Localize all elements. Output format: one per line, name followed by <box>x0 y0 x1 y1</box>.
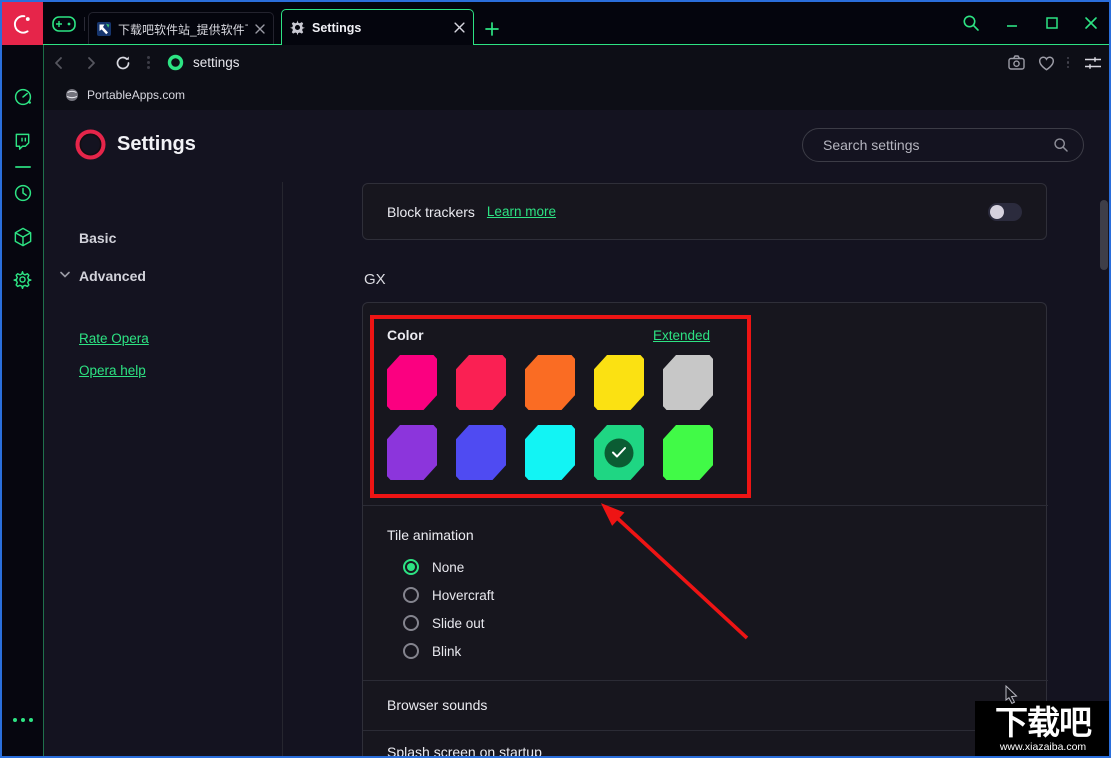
nav-item-advanced[interactable]: Advanced <box>79 268 146 284</box>
twitch-icon[interactable] <box>13 132 32 151</box>
kebab-menu-icon[interactable] <box>1061 56 1075 69</box>
radio-option-label: Slide out <box>432 615 485 631</box>
gx-section-heading: GX <box>364 271 386 288</box>
toggle-knob <box>990 204 1004 219</box>
gear-icon <box>290 20 305 35</box>
browser-sidebar <box>2 45 43 756</box>
radio-selected-icon[interactable] <box>403 559 419 575</box>
annotation-rectangle <box>370 315 751 498</box>
radio-option-label: Blink <box>432 643 462 659</box>
radio-icon[interactable] <box>403 643 419 659</box>
opera-gx-page-logo <box>75 129 106 160</box>
address-toolbar: settings <box>43 45 1109 80</box>
radio-option-label: None <box>432 559 465 575</box>
tab-separator <box>84 17 85 31</box>
tile-animation-options: None Hovercraft Slide out Blink <box>403 553 494 665</box>
opera-gx-crescent-icon <box>12 13 34 35</box>
radio-icon[interactable] <box>403 615 419 631</box>
tab-settings[interactable]: Settings <box>281 9 474 45</box>
nav-item-basic[interactable]: Basic <box>79 230 116 246</box>
radio-option-none[interactable]: None <box>403 553 494 581</box>
content-outline <box>43 45 44 756</box>
settings-search[interactable] <box>802 128 1084 162</box>
tab-title: 下载吧软件站_提供软件下载 <box>118 22 248 37</box>
bookmark-item[interactable]: PortableApps.com <box>87 88 185 102</box>
gx-corner-icon[interactable] <box>51 15 77 33</box>
close-tab-icon[interactable] <box>454 22 465 33</box>
magnifier-icon[interactable] <box>1053 137 1069 153</box>
opera-gx-logo[interactable] <box>2 2 43 45</box>
bookmark-heart-icon[interactable] <box>1031 55 1061 71</box>
block-trackers-card: Block trackers Learn more <box>362 183 1047 240</box>
reload-button[interactable] <box>107 55 139 71</box>
forward-button[interactable] <box>75 55 107 71</box>
minimize-button[interactable] <box>1001 12 1023 34</box>
settings-gear-icon[interactable] <box>13 270 32 289</box>
browser-sounds-label: Browser sounds <box>387 697 488 713</box>
radio-option-blink[interactable]: Blink <box>403 637 494 665</box>
tile-animation-label: Tile animation <box>387 527 474 543</box>
tab-title: Settings <box>312 20 362 35</box>
opera-badge-icon[interactable] <box>157 54 193 71</box>
back-button[interactable] <box>43 55 75 71</box>
block-trackers-label: Block trackers <box>387 203 475 220</box>
snapshot-camera-icon[interactable] <box>1001 55 1031 70</box>
extensions-cube-icon[interactable] <box>13 227 33 248</box>
watermark-url: www.xiazaiba.com <box>999 741 1087 753</box>
radio-icon[interactable] <box>403 587 419 603</box>
maximize-button[interactable] <box>1041 12 1063 34</box>
rate-opera-link[interactable]: Rate Opera <box>79 331 149 346</box>
opera-help-link[interactable]: Opera help <box>79 363 146 378</box>
radio-option-slide-out[interactable]: Slide out <box>403 609 494 637</box>
row-divider <box>363 680 1048 681</box>
site-favicon <box>97 22 111 36</box>
close-tab-icon[interactable] <box>255 24 265 34</box>
splash-screen-label: Splash screen on startup <box>387 744 542 758</box>
watermark-title: 下载吧 <box>995 704 1092 741</box>
new-tab-button[interactable] <box>483 20 501 38</box>
kebab-menu-icon[interactable] <box>139 56 157 69</box>
tab-xiazaiba[interactable]: 下载吧软件站_提供软件下载 <box>88 12 274 45</box>
tabstrip-border-right <box>473 44 1109 45</box>
globe-favicon <box>65 88 79 102</box>
row-divider <box>363 730 1048 731</box>
speed-dial-icon[interactable] <box>13 87 33 107</box>
browser-window: 下载吧软件站_提供软件下载 Settings <box>0 0 1111 758</box>
history-clock-icon[interactable] <box>13 183 33 203</box>
search-icon[interactable] <box>960 12 982 34</box>
close-window-button[interactable] <box>1080 12 1102 34</box>
more-ellipsis-icon[interactable] <box>12 718 33 722</box>
mouse-cursor <box>1005 685 1018 704</box>
bookmarks-bar: PortableApps.com <box>43 80 1109 111</box>
sidebar-divider <box>14 166 31 168</box>
url-text[interactable]: settings <box>193 55 240 70</box>
radio-option-hovercraft[interactable]: Hovercraft <box>403 581 494 609</box>
search-settings-input[interactable] <box>821 136 1053 154</box>
block-trackers-toggle[interactable] <box>988 202 1022 221</box>
page-title: Settings <box>117 133 196 155</box>
learn-more-link[interactable]: Learn more <box>487 204 556 219</box>
tabstrip-border-left <box>43 44 281 45</box>
chevron-down-icon[interactable] <box>60 271 70 278</box>
watermark: 下载吧 www.xiazaiba.com <box>975 701 1109 756</box>
tune-sliders-icon[interactable] <box>1075 56 1109 70</box>
radio-option-label: Hovercraft <box>432 587 495 603</box>
row-divider <box>363 505 1048 506</box>
scrollbar-thumb[interactable] <box>1100 200 1108 270</box>
nav-divider <box>282 182 283 756</box>
